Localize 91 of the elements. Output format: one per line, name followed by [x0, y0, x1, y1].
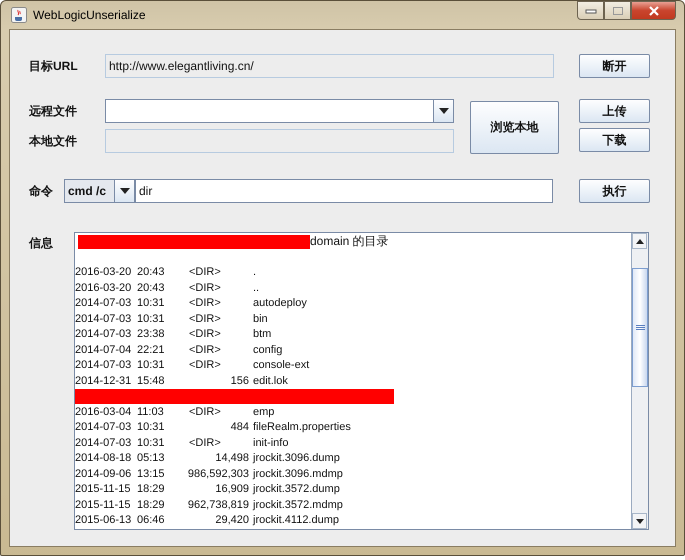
output-time: 13:15: [137, 466, 166, 482]
dropdown-button[interactable]: [114, 180, 134, 202]
output-dir-tag: <DIR>: [189, 280, 253, 296]
output-time: 22:21: [137, 342, 166, 358]
down-arrow-icon: [636, 518, 644, 524]
output-dir-tag: <DIR>: [189, 327, 253, 342]
command-field[interactable]: dir: [135, 179, 553, 203]
output-filename: fileRealm.properties: [253, 420, 351, 435]
output-time: 18:29: [137, 482, 166, 497]
minimize-button[interactable]: [577, 1, 604, 20]
command-label: 命令: [29, 182, 54, 200]
output-time: 11:03: [137, 404, 165, 420]
output-filename: emp: [253, 404, 274, 420]
output-date: 2016-03-20: [75, 280, 132, 296]
output-time: 10:31: [137, 436, 166, 450]
vertical-scrollbar[interactable]: [631, 233, 648, 529]
url-field[interactable]: http://www.elegantliving.cn/: [105, 54, 554, 78]
disconnect-button[interactable]: 断开: [579, 54, 650, 78]
output-filename: btm: [253, 327, 272, 342]
output-date: 2014-07-04: [75, 342, 132, 358]
output-date: 2014-07-03: [75, 420, 132, 435]
output-date: 2016-03-20: [75, 265, 132, 280]
caret-icon: [120, 188, 130, 194]
grip-icon: [636, 325, 644, 330]
output-dir-tag: <DIR>: [189, 436, 253, 451]
output-dir-tag: <DIR>: [189, 296, 253, 312]
close-icon: [648, 6, 660, 16]
output-date: 2016-03-04: [75, 404, 132, 420]
upload-button[interactable]: 上传: [579, 99, 650, 123]
output-dir-tag: <DIR>: [189, 265, 253, 280]
close-button[interactable]: [631, 1, 676, 20]
output-time: 05:13: [137, 451, 166, 466]
window-title: WebLogicUnserialize: [33, 8, 146, 22]
info-label: 信息: [29, 235, 54, 252]
output-date: 2014-07-03: [75, 296, 132, 311]
output-filename: autodeploy: [253, 296, 307, 311]
execute-button[interactable]: 执行: [579, 179, 650, 203]
browse-local-button[interactable]: 浏览本地: [470, 101, 559, 154]
scroll-thumb[interactable]: [632, 268, 648, 387]
cup-icon: [11, 7, 27, 23]
output-time: 10:31: [137, 420, 166, 435]
output-date: 2014-07-03: [75, 312, 132, 326]
output-filename: jrockit.4112.dump: [253, 513, 340, 528]
remote-file-label: 远程文件: [29, 103, 78, 120]
output-filename: .: [253, 265, 256, 280]
local-file-label: 本地文件: [29, 133, 78, 150]
output-filename: jrockit.3096.dump: [253, 451, 340, 466]
scroll-up-button[interactable]: [632, 233, 647, 249]
output-date: 2015-06-13: [75, 513, 132, 528]
output-date: 2015-11-15: [75, 482, 132, 497]
scroll-down-button[interactable]: [632, 513, 647, 529]
local-file-field[interactable]: [105, 129, 454, 153]
output-line: domain 的目录: [310, 234, 389, 250]
up-arrow-icon: [636, 238, 644, 244]
output-date: 2014-07-03: [75, 436, 132, 450]
output-filename: init-info: [253, 436, 288, 450]
output-dir-tag: <DIR>: [189, 342, 253, 358]
output-time: 10:31: [137, 296, 166, 311]
output-filename: jrockit.3572.mdmp: [253, 498, 343, 512]
output-dir-tag: <DIR>: [189, 312, 253, 327]
output-time: 10:31: [137, 358, 166, 373]
output-filename: jrockit.3096.mdmp: [253, 466, 343, 482]
shell-dropdown[interactable]: cmd /c: [64, 179, 135, 203]
output-date: 2014-12-31: [75, 374, 132, 388]
output-filename: bin: [253, 312, 268, 326]
output-dir-tag: <DIR>: [189, 404, 253, 420]
output-date: 2014-08-18: [75, 451, 132, 466]
output-time: 15:48: [137, 374, 166, 388]
output-date: 2014-07-03: [75, 327, 132, 342]
dropdown-button[interactable]: [433, 100, 453, 122]
caret-icon: [438, 108, 448, 114]
output-time: 06:46: [137, 513, 166, 528]
maximize-icon: [612, 6, 624, 16]
output-date: 2014-09-06: [75, 466, 132, 482]
output-filename: edit.lok: [253, 374, 288, 388]
output-time: 20:43: [137, 280, 166, 296]
output-date: 2015-11-15: [75, 498, 132, 512]
output-dir-tag: <DIR>: [189, 358, 253, 374]
minimize-icon: [584, 8, 596, 14]
output-filename: console-ext: [253, 358, 310, 373]
output-filename: config: [253, 342, 282, 358]
output-time: 20:43: [137, 265, 166, 280]
maximize-button[interactable]: [604, 1, 631, 20]
output-filename: ..: [253, 280, 260, 296]
url-label: 目标URL: [29, 58, 79, 74]
output-filename: jrockit.3572.dump: [253, 482, 340, 497]
output-date: 2014-07-03: [75, 358, 132, 373]
download-button[interactable]: 下载: [579, 128, 650, 152]
output-time: 18:29: [137, 498, 166, 512]
output-time: 23:38: [137, 327, 166, 342]
output-time: 10:31: [137, 312, 166, 326]
